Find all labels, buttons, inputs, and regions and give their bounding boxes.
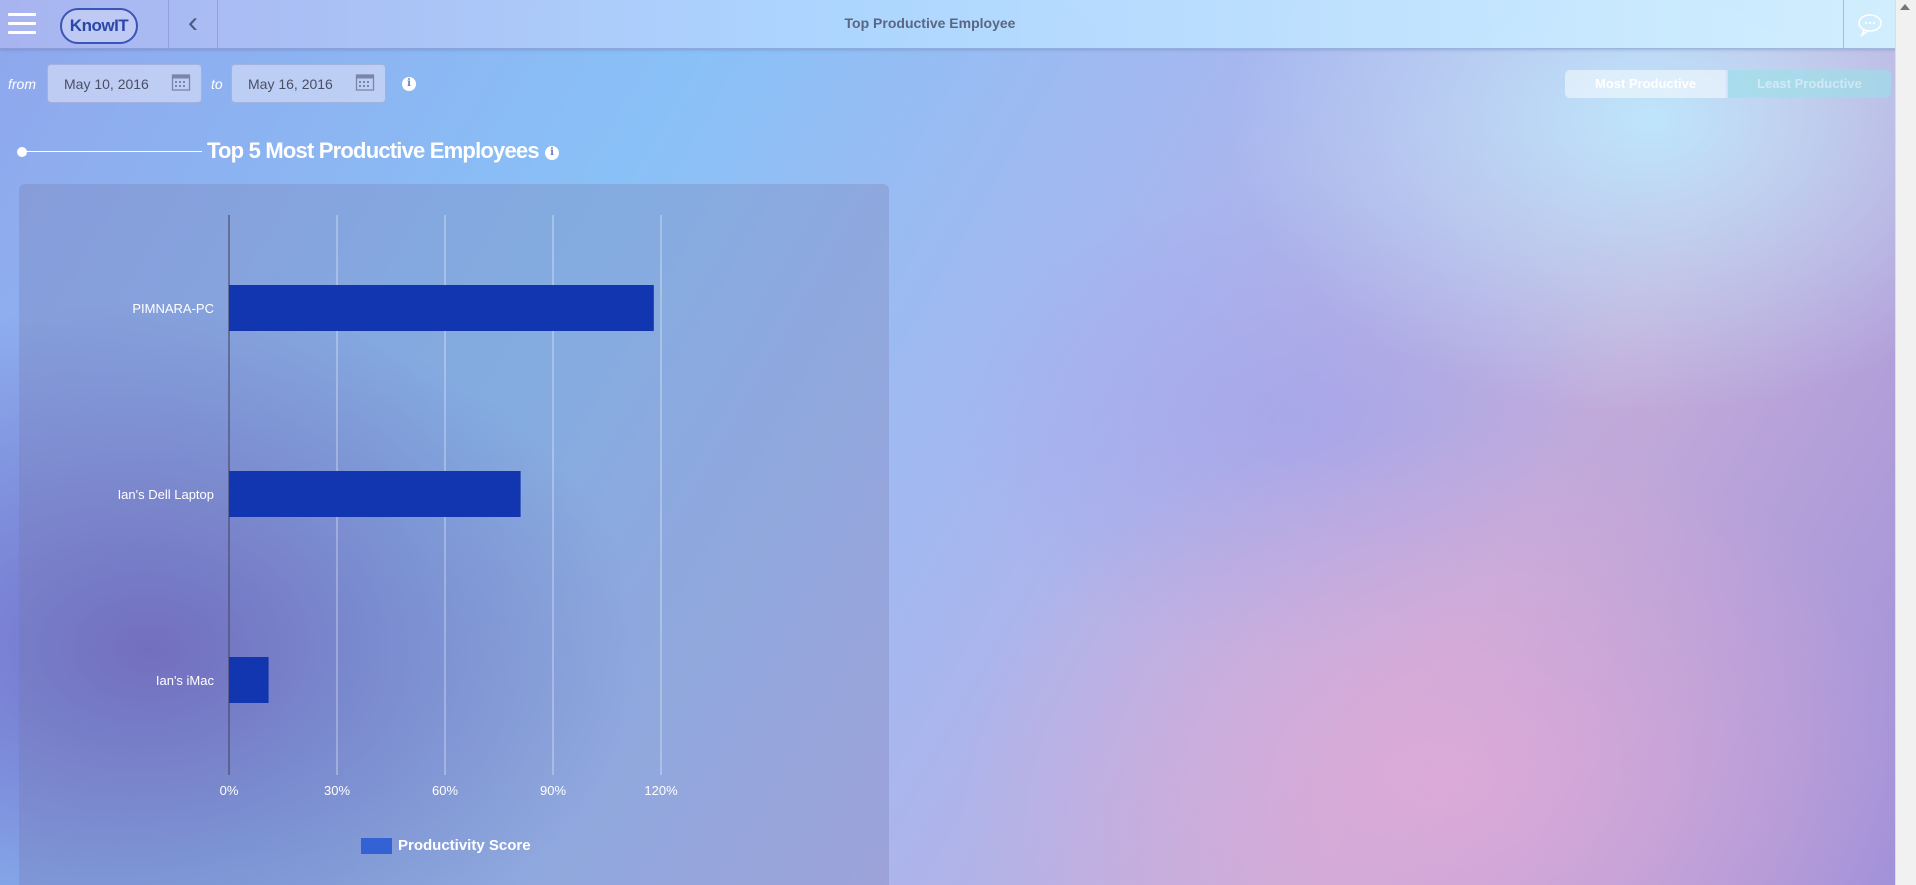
hamburger-icon-line bbox=[8, 31, 36, 34]
to-date-field[interactable]: May 16, 2016 bbox=[231, 64, 386, 103]
section-divider bbox=[22, 151, 202, 152]
chart-panel bbox=[19, 184, 889, 885]
chat-bubble-icon bbox=[1858, 14, 1882, 38]
legend-swatch bbox=[361, 838, 392, 854]
top-bar: KnowIT ‹ Top Productive Employee bbox=[0, 0, 1896, 49]
info-icon[interactable]: i bbox=[545, 146, 559, 160]
from-label: from bbox=[8, 76, 36, 92]
scroll-up-arrow-icon[interactable] bbox=[1900, 4, 1910, 10]
from-date-value: May 10, 2016 bbox=[64, 76, 149, 92]
legend-label: Productivity Score bbox=[398, 837, 531, 854]
to-label: to bbox=[211, 76, 223, 92]
calendar-icon[interactable] bbox=[355, 72, 375, 92]
to-date-value: May 16, 2016 bbox=[248, 76, 333, 92]
chat-button[interactable] bbox=[1843, 0, 1896, 48]
productivity-toggle[interactable]: Most Productive Least Productive bbox=[1565, 70, 1891, 98]
section-title: Top 5 Most Productive Employees bbox=[207, 138, 540, 163]
page-title: Top Productive Employee bbox=[844, 15, 1016, 31]
section-marker bbox=[17, 147, 27, 157]
vertical-scrollbar[interactable] bbox=[1895, 0, 1916, 885]
calendar-icon[interactable] bbox=[171, 72, 191, 92]
from-date-field[interactable]: May 10, 2016 bbox=[47, 64, 202, 103]
info-icon[interactable]: i bbox=[402, 77, 416, 91]
most-productive-option[interactable]: Most Productive bbox=[1565, 70, 1726, 98]
least-productive-option[interactable]: Least Productive bbox=[1728, 70, 1891, 98]
